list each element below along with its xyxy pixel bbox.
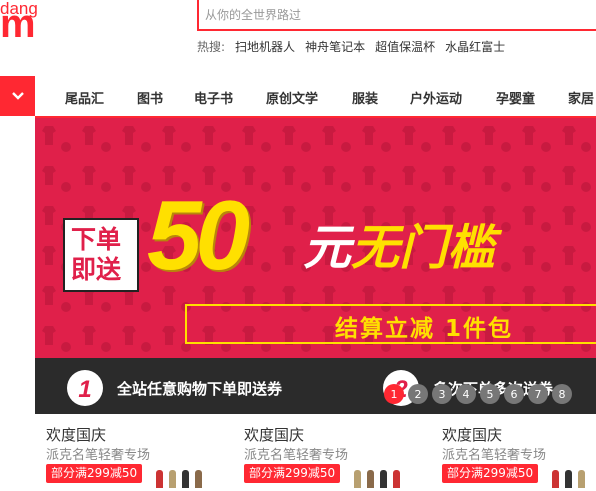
coupon-icon: 1	[67, 370, 103, 406]
promo-subtitle: 派克名笔轻奢专场	[442, 448, 547, 463]
pen-image	[195, 470, 202, 488]
pen-image	[367, 470, 374, 488]
promo-title: 欢度国庆	[244, 426, 305, 444]
logo-text-big: m	[0, 2, 36, 46]
promo-card[interactable]: 欢度国庆 派克名笔轻奢专场 部分满299减50	[244, 424, 424, 491]
banner-headline-white: 元	[303, 220, 352, 276]
nav-item[interactable]: 户外运动	[410, 88, 462, 107]
pen-image	[552, 470, 559, 488]
nav-item[interactable]: 服装	[352, 88, 378, 107]
hot-searches-label: 热搜:	[197, 40, 226, 54]
chevron-down-icon	[11, 92, 24, 100]
pen-image	[393, 470, 400, 488]
banner-amount: 50	[147, 180, 250, 290]
promo-tag: 部分满299减50	[442, 464, 539, 483]
carousel-dot[interactable]: 6	[504, 384, 524, 404]
pen-images	[552, 470, 585, 488]
promo-subtitle: 派克名笔轻奢专场	[46, 448, 151, 463]
main-nav: 尾品汇 图书 电子书 原创文学 服装 户外运动 孕婴童 家居	[35, 76, 596, 116]
search-input[interactable]	[199, 0, 596, 29]
carousel-indicators: 1 2 3 4 5 6 7 8	[384, 384, 572, 404]
nav-item[interactable]: 电子书	[194, 88, 233, 107]
banner-tag: 下单 即送	[63, 218, 139, 292]
promo-card[interactable]: 欢度国庆 派克名笔轻奢专场 部分满299减50	[46, 424, 226, 491]
pen-image	[169, 470, 176, 488]
pen-image	[565, 470, 572, 488]
promo-title: 欢度国庆	[46, 426, 107, 444]
hot-search-link[interactable]: 超值保温杯	[375, 38, 435, 55]
carousel-dot[interactable]: 7	[528, 384, 548, 404]
hot-search-link[interactable]: 水晶红富士	[445, 38, 505, 55]
nav-item[interactable]: 孕婴童	[496, 88, 535, 107]
ribbon-text-left: 全站任意购物下单即送券	[117, 380, 283, 398]
banner-tag-line1: 下单	[71, 225, 122, 254]
promo-card[interactable]: 欢度国庆 派克名笔轻奢专场 部分满299减50	[442, 424, 596, 491]
hot-search-link[interactable]: 神舟笔记本	[305, 38, 365, 55]
promo-subtitle: 派克名笔轻奢专场	[244, 448, 349, 463]
banner-subline: 结算立减 1件包	[335, 316, 514, 342]
banner-headline: 元无门槛	[303, 218, 495, 278]
banner-tag-line2: 即送	[71, 255, 122, 284]
carousel-dot[interactable]: 2	[408, 384, 428, 404]
pen-image	[182, 470, 189, 488]
promo-tag: 部分满299减50	[244, 464, 341, 483]
pen-images	[156, 470, 202, 488]
svg-text:1: 1	[78, 376, 91, 403]
search-box	[197, 0, 596, 31]
carousel-dot[interactable]: 3	[432, 384, 452, 404]
hot-search-link[interactable]: 扫地机器人	[235, 38, 295, 55]
promo-title: 欢度国庆	[442, 426, 503, 444]
nav-item[interactable]: 图书	[137, 88, 163, 107]
carousel-dot[interactable]: 1	[384, 384, 404, 404]
nav-item[interactable]: 原创文学	[266, 88, 318, 107]
pen-image	[380, 470, 387, 488]
nav-item[interactable]: 家居	[568, 88, 594, 107]
nav-item[interactable]: 尾品汇	[65, 88, 104, 107]
pen-image	[578, 470, 585, 488]
pen-image	[156, 470, 163, 488]
carousel-dot[interactable]: 8	[552, 384, 572, 404]
hero-banner[interactable]: 下单 即送 50 元无门槛 结算立减 1件包 1 全站任意购物下单即送券 2 多…	[35, 118, 596, 414]
carousel-dot[interactable]: 4	[456, 384, 476, 404]
carousel-dot[interactable]: 5	[480, 384, 500, 404]
category-menu-button[interactable]	[0, 76, 35, 116]
hot-searches: 热搜: 扫地机器人 神舟笔记本 超值保温杯 水晶红富士	[197, 38, 505, 55]
pen-images	[354, 470, 400, 488]
banner-headline-yellow: 无门槛	[351, 220, 496, 276]
pen-image	[354, 470, 361, 488]
promo-tag: 部分满299减50	[46, 464, 143, 483]
